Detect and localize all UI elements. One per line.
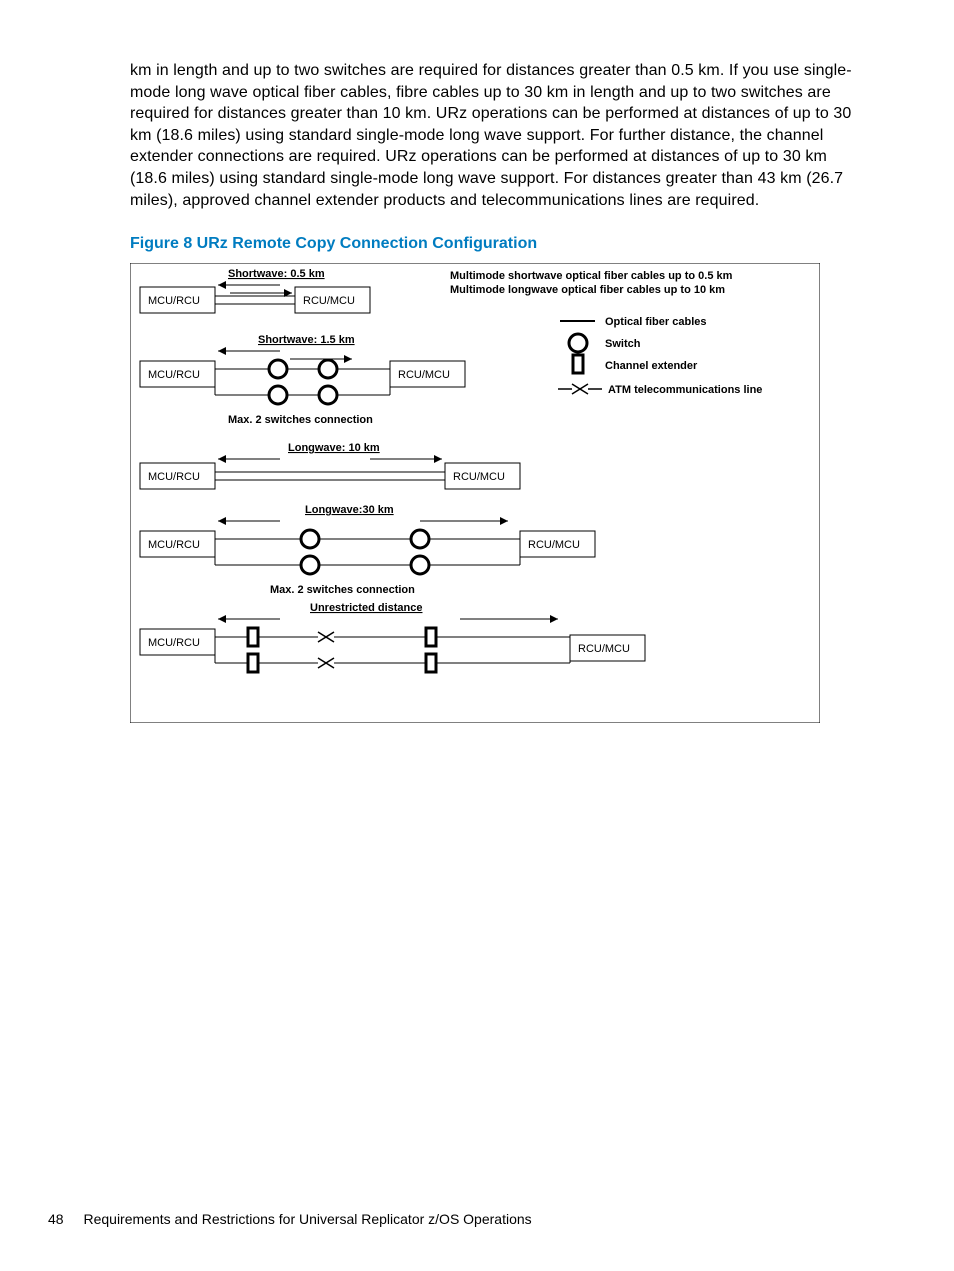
page-number: 48	[48, 1211, 64, 1227]
svg-text:Max. 2 switches connection: Max. 2 switches connection	[270, 584, 415, 596]
page-footer: 48 Requirements and Restrictions for Uni…	[48, 1211, 532, 1227]
svg-text:Longwave:30 km: Longwave:30 km	[305, 504, 394, 516]
svg-text:MCU/RCU: MCU/RCU	[148, 369, 200, 381]
footer-title: Requirements and Restrictions for Univer…	[83, 1211, 531, 1227]
legend-atm: ATM telecommunications line	[608, 384, 762, 396]
svg-text:RCU/MCU: RCU/MCU	[398, 369, 450, 381]
svg-text:MCU/RCU: MCU/RCU	[148, 471, 200, 483]
svg-text:Shortwave: 1.5 km: Shortwave: 1.5 km	[258, 334, 355, 346]
svg-text:Unrestricted distance: Unrestricted distance	[310, 602, 422, 614]
figure-caption: Figure 8 URz Remote Copy Connection Conf…	[130, 235, 864, 253]
svg-text:Max. 2 switches connection: Max. 2 switches connection	[228, 414, 373, 426]
svg-text:RCU/MCU: RCU/MCU	[528, 539, 580, 551]
svg-text:Shortwave: 0.5 km: Shortwave: 0.5 km	[228, 268, 325, 280]
legend-hdr1: Multimode shortwave optical fiber cables…	[450, 270, 733, 282]
svg-text:MCU/RCU: MCU/RCU	[148, 539, 200, 551]
figure-diagram: Multimode shortwave optical fiber cables…	[130, 263, 864, 728]
legend-switch: Switch	[605, 338, 641, 350]
svg-text:MCU/RCU: MCU/RCU	[148, 637, 200, 649]
svg-text:Longwave: 10 km: Longwave: 10 km	[288, 442, 380, 454]
legend-extender: Channel extender	[605, 360, 698, 372]
svg-text:RCU/MCU: RCU/MCU	[453, 471, 505, 483]
svg-text:RCU/MCU: RCU/MCU	[578, 643, 630, 655]
legend-line: Optical fiber cables	[605, 316, 706, 328]
svg-text:MCU/RCU: MCU/RCU	[148, 295, 200, 307]
svg-text:RCU/MCU: RCU/MCU	[303, 295, 355, 307]
legend-hdr2: Multimode longwave optical fiber cables …	[450, 284, 725, 296]
body-paragraph: km in length and up to two switches are …	[130, 60, 864, 211]
